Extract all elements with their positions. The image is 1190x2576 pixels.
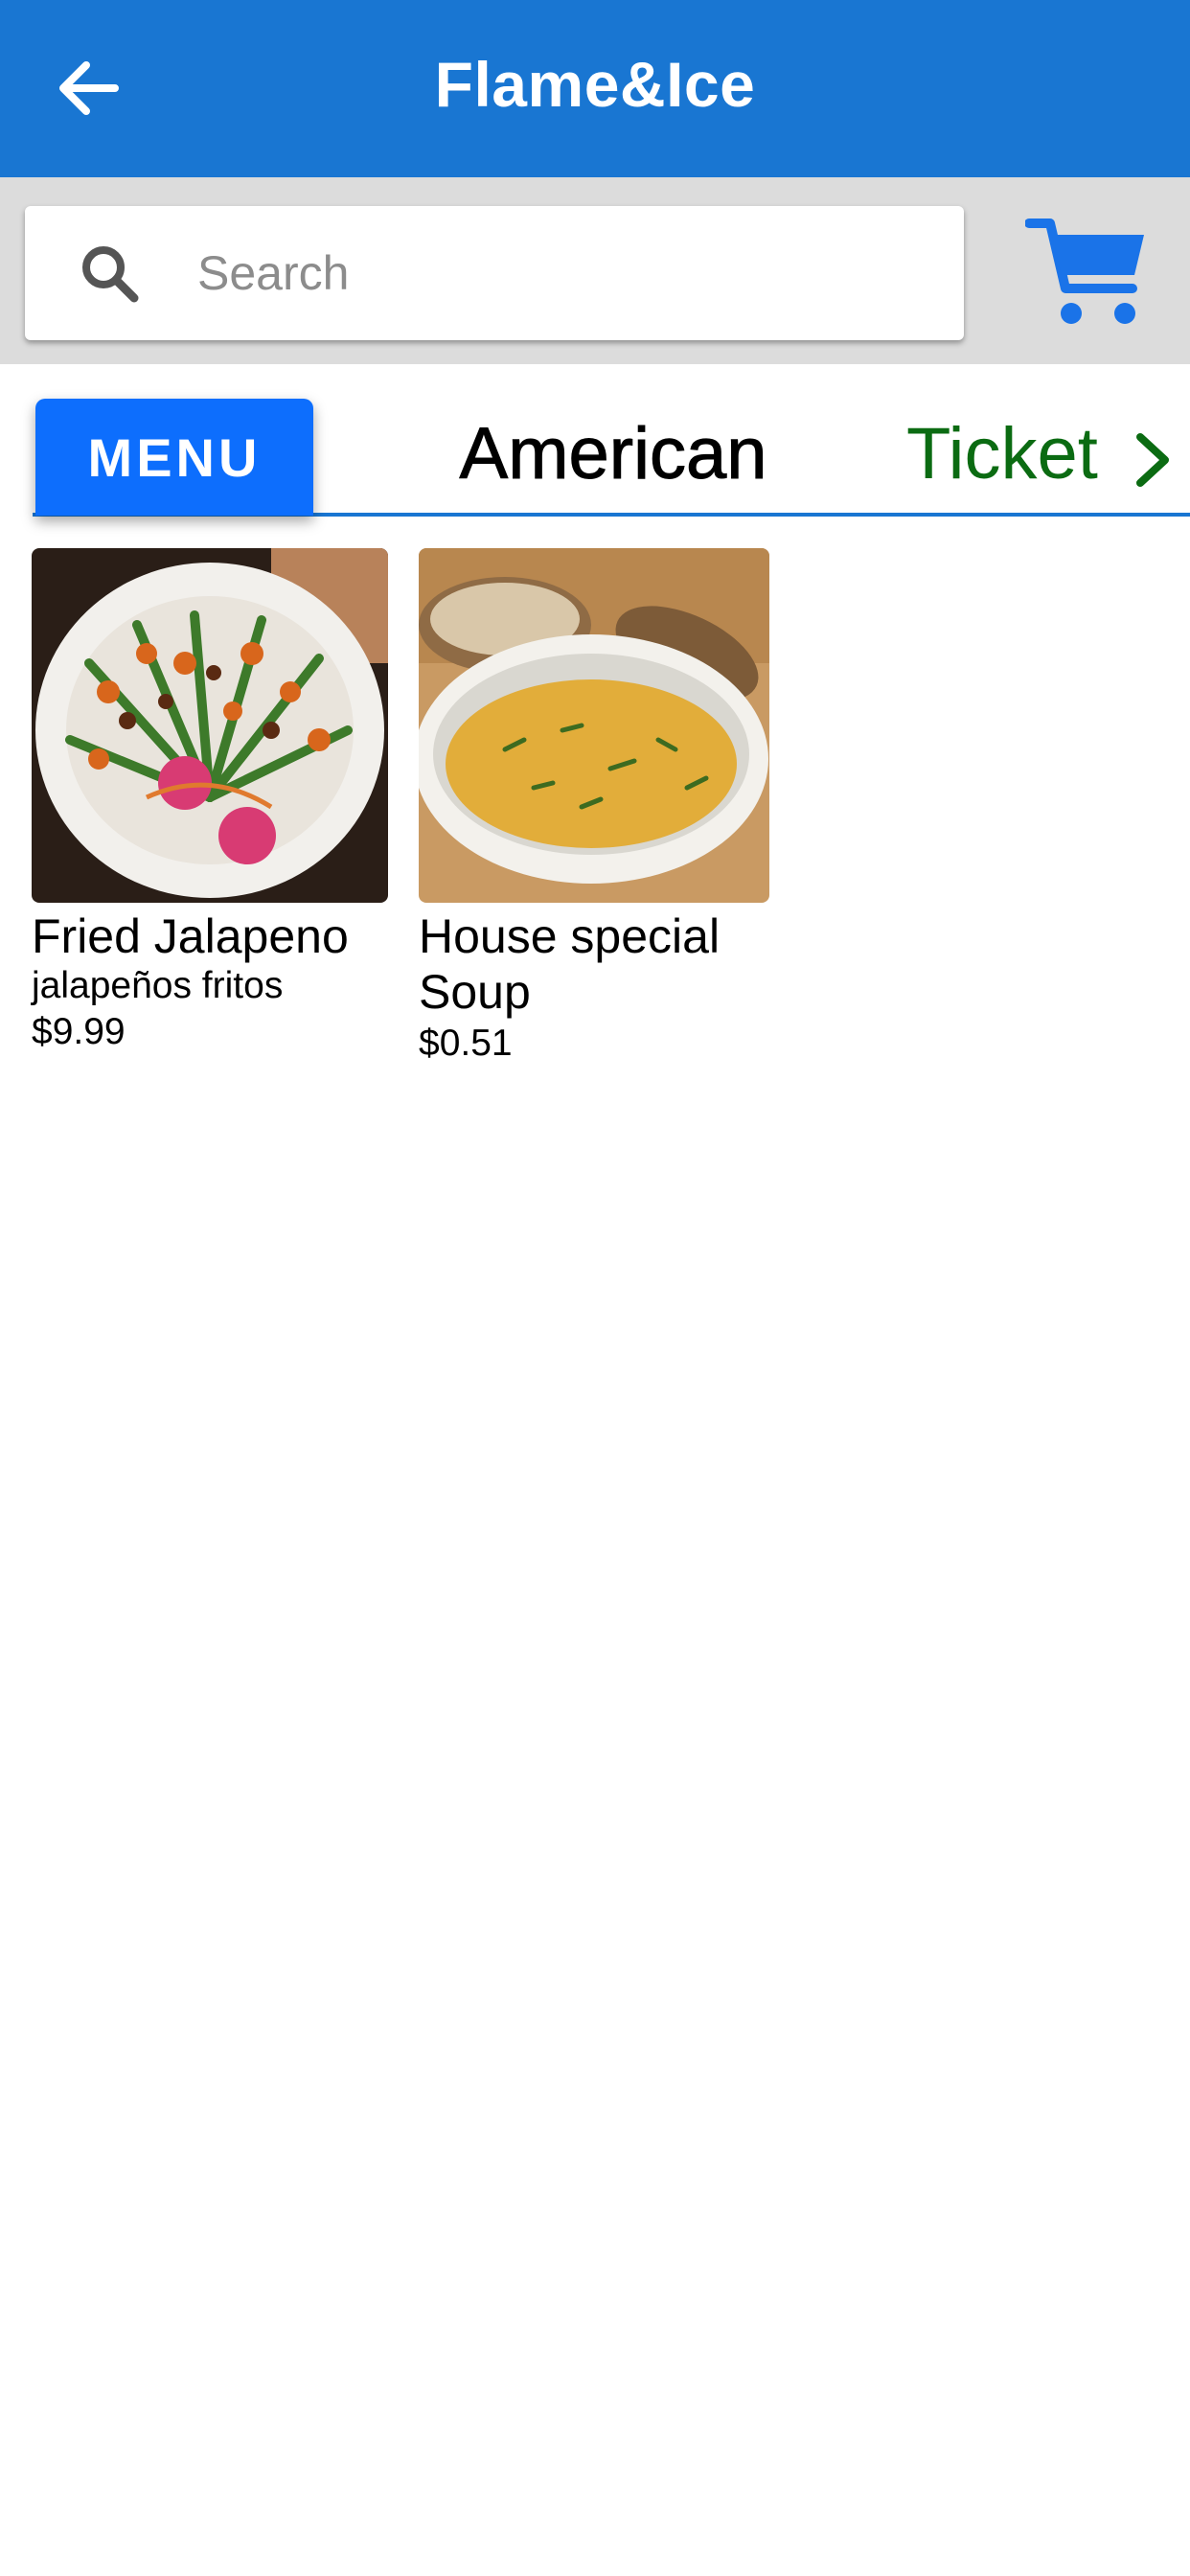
search-bar-area: [0, 177, 1190, 364]
product-price: $0.51: [419, 1023, 513, 1064]
product-description: jalapeños fritos: [32, 965, 284, 1006]
product-name: House special Soup: [419, 909, 721, 1019]
page-title: Flame&Ice: [434, 49, 756, 120]
house-soup-photo: [419, 548, 769, 903]
product-name: Fried Jalapeno: [32, 909, 349, 963]
search-icon: [82, 246, 139, 303]
product-card[interactable]: Fried Jalapeno jalapeños fritos $9.99: [32, 548, 388, 1056]
category-tabs: MENU American Ticket: [0, 364, 1190, 518]
app-header: Flame&Ice: [0, 0, 1190, 177]
cart-icon: [1024, 218, 1144, 324]
search-input[interactable]: [197, 225, 926, 321]
fried-jalapeno-photo: [32, 548, 388, 903]
chevron-right-icon[interactable]: [1131, 431, 1173, 489]
product-card[interactable]: House special Soup $0.51: [419, 548, 773, 1068]
product-price: $9.99: [32, 1011, 126, 1052]
search-box[interactable]: [25, 206, 964, 340]
tab-american[interactable]: American: [422, 412, 805, 498]
tab-menu[interactable]: MENU: [35, 399, 313, 516]
cart-button[interactable]: [1024, 216, 1150, 331]
tab-ticket[interactable]: Ticket: [906, 412, 1098, 498]
app-screen: Flame&Ice MENU American Ticket: [0, 0, 1190, 2576]
